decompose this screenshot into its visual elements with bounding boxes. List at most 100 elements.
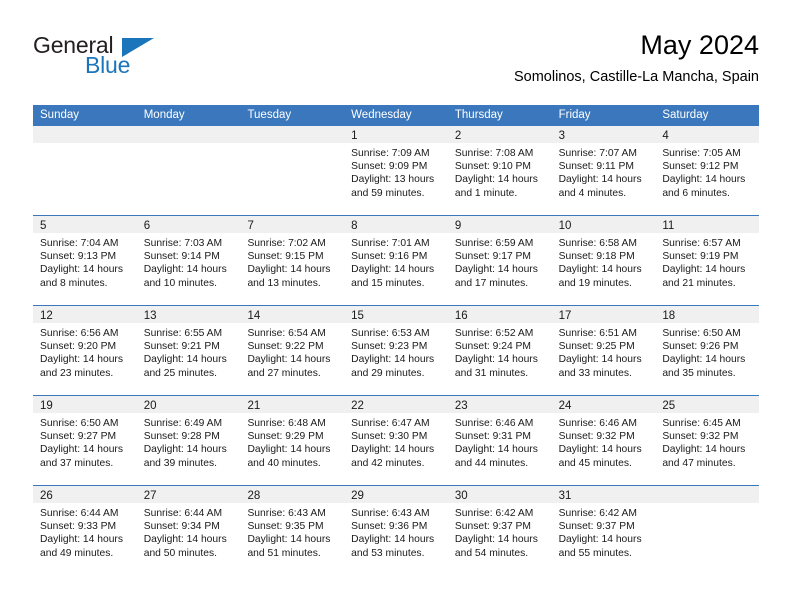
calendar-day-cell[interactable]: 1 Sunrise: 7:09 AM Sunset: 9:09 PM Daylight… [344, 126, 448, 215]
day-daylight-line1-text: Daylight: 14 hours [454, 444, 538, 456]
day-number: 5 [40, 220, 47, 232]
day-sunset-text: Sunset: 9:36 PM [351, 521, 428, 533]
calendar-day-cell[interactable]: 16 Sunrise: 6:52 AM Sunset: 9:24 PM Dayligh… [447, 306, 552, 395]
calendar-day-cell[interactable]: 8 Sunrise: 7:01 AM Sunset: 9:16 PM Daylight… [344, 216, 448, 305]
day-daylight-line2-text: and 42 minutes. [351, 457, 425, 469]
day-sunset-text: Sunset: 9:20 PM [40, 341, 117, 353]
day-daylight-line1-text: Daylight: 14 hours [454, 534, 538, 546]
calendar-day-cell[interactable]: 22 Sunrise: 6:47 AM Sunset: 9:30 PM Dayligh… [344, 396, 448, 485]
day-daylight-line2-text: and 59 minutes. [351, 187, 425, 199]
day-sunrise-text: Sunrise: 6:47 AM [351, 418, 430, 429]
day-sun-info: Sunrise: 6:51 AM Sunset: 9:25 PM Daylight:… [552, 323, 656, 380]
calendar-day-cell[interactable]: 26 Sunrise: 6:44 AM Sunset: 9:33 PM Dayligh… [33, 486, 137, 575]
page-subtitle: Somolinos, Castille-La Mancha, Spain [513, 69, 759, 85]
day-number: 21 [247, 400, 261, 412]
weekday-header-thursday: Thursday [454, 109, 503, 121]
day-sunset-text: Sunset: 9:32 PM [558, 431, 635, 443]
calendar-day-cell[interactable]: 27 Sunrise: 6:44 AM Sunset: 9:34 PM Dayligh… [136, 486, 241, 575]
day-daylight-line1-text: Daylight: 14 hours [40, 534, 123, 546]
calendar-day-cell[interactable]: 24 Sunrise: 6:46 AM Sunset: 9:32 PM Dayligh… [551, 396, 656, 485]
logo-text-blue: Blue [85, 52, 131, 78]
day-sunset-text: Sunset: 9:29 PM [247, 431, 324, 443]
calendar-day-cell[interactable]: 5 Sunrise: 7:04 AM Sunset: 9:13 PM Daylight… [33, 216, 137, 305]
calendar-day-cell[interactable]: 21 Sunrise: 6:48 AM Sunset: 9:29 PM Dayligh… [240, 396, 345, 485]
calendar-day-cell[interactable]: 11 Sunrise: 6:57 AM Sunset: 9:19 PM Dayligh… [655, 216, 760, 305]
day-sunset-text: Sunset: 9:23 PM [351, 341, 428, 353]
day-daylight-line2-text: and 10 minutes. [143, 277, 217, 289]
calendar-day-cell[interactable]: 7 Sunrise: 7:02 AM Sunset: 9:15 PM Daylight… [240, 216, 345, 305]
day-number: 26 [40, 490, 53, 502]
calendar-day-cell[interactable]: 13 Sunrise: 6:55 AM Sunset: 9:21 PM Dayligh… [136, 306, 241, 395]
day-sunrise-text: Sunrise: 7:01 AM [351, 238, 430, 249]
day-sun-info: Sunrise: 6:55 AM Sunset: 9:21 PM Daylight:… [137, 323, 241, 380]
calendar-day-cell[interactable]: 2 Sunrise: 7:08 AM Sunset: 9:10 PM Daylight… [447, 126, 552, 215]
calendar-day-cell[interactable]: 6 Sunrise: 7:03 AM Sunset: 9:14 PM Daylight… [136, 216, 241, 305]
day-daylight-line1-text: Daylight: 14 hours [351, 354, 435, 366]
day-number-band: 26 [33, 486, 137, 503]
day-daylight-line1-text: Daylight: 14 hours [351, 264, 435, 276]
day-sunrise-text: Sunrise: 7:04 AM [40, 238, 119, 249]
day-number-band: 30 [447, 486, 552, 503]
calendar-week-row: 12 Sunrise: 6:56 AM Sunset: 9:20 PM Dayligh… [33, 305, 760, 395]
day-sunrise-text: Sunrise: 6:57 AM [662, 238, 741, 249]
day-sunset-text: Sunset: 9:37 PM [558, 521, 635, 533]
day-sunset-text: Sunset: 9:24 PM [454, 341, 532, 353]
day-number-band: 13 [136, 306, 241, 323]
day-number-band: 17 [551, 306, 656, 323]
calendar-day-cell[interactable]: 20 Sunrise: 6:49 AM Sunset: 9:28 PM Dayligh… [136, 396, 241, 485]
day-sunset-text: Sunset: 9:31 PM [454, 431, 532, 443]
calendar-day-cell[interactable]: 14 Sunrise: 6:54 AM Sunset: 9:22 PM Dayligh… [240, 306, 345, 395]
day-number-band: 28 [240, 486, 345, 503]
weekday-header-wednesday: Wednesday [351, 109, 412, 121]
calendar-day-cell[interactable]: 28 Sunrise: 6:43 AM Sunset: 9:35 PM Dayligh… [240, 486, 345, 575]
calendar-day-cell[interactable]: 23 Sunrise: 6:46 AM Sunset: 9:31 PM Dayligh… [447, 396, 552, 485]
day-daylight-line1-text: Daylight: 14 hours [40, 354, 123, 366]
day-sunset-text: Sunset: 9:22 PM [247, 341, 324, 353]
day-number: 22 [351, 400, 364, 412]
day-sunset-text: Sunset: 9:25 PM [558, 341, 635, 353]
calendar-day-cell[interactable]: 19 Sunrise: 6:50 AM Sunset: 9:27 PM Dayligh… [33, 396, 137, 485]
day-daylight-line1-text: Daylight: 14 hours [454, 354, 538, 366]
day-sunrise-text: Sunrise: 6:48 AM [247, 418, 326, 429]
day-sun-info: Sunrise: 6:58 AM Sunset: 9:18 PM Daylight:… [552, 233, 656, 290]
general-blue-logo[interactable]: General Blue [33, 32, 233, 88]
day-sun-info: Sunrise: 6:48 AM Sunset: 9:29 PM Daylight:… [240, 413, 344, 470]
calendar-day-cell[interactable]: 15 Sunrise: 6:53 AM Sunset: 9:23 PM Dayligh… [344, 306, 448, 395]
calendar-day-cell[interactable]: 30 Sunrise: 6:42 AM Sunset: 9:37 PM Dayligh… [447, 486, 552, 575]
day-daylight-line1-text: Daylight: 14 hours [454, 264, 538, 276]
day-sunrise-text: Sunrise: 6:51 AM [558, 328, 638, 339]
day-daylight-line2-text: and 13 minutes. [247, 277, 321, 289]
day-number-band [655, 486, 760, 503]
calendar-day-cell[interactable]: 18 Sunrise: 6:50 AM Sunset: 9:26 PM Dayligh… [655, 306, 760, 395]
calendar-day-cell[interactable]: 29 Sunrise: 6:43 AM Sunset: 9:36 PM Dayligh… [344, 486, 448, 575]
day-sun-info: Sunrise: 6:43 AM Sunset: 9:36 PM Daylight:… [344, 503, 448, 560]
calendar-week-row: 26 Sunrise: 6:44 AM Sunset: 9:33 PM Dayligh… [33, 485, 760, 575]
day-sun-info: Sunrise: 7:02 AM Sunset: 9:15 PM Daylight:… [240, 233, 344, 290]
day-number: 16 [454, 310, 468, 322]
day-sun-info: Sunrise: 6:49 AM Sunset: 9:28 PM Daylight:… [137, 413, 241, 470]
day-number: 17 [558, 310, 572, 322]
day-sunset-text: Sunset: 9:27 PM [40, 431, 117, 443]
day-daylight-line2-text: and 4 minutes. [558, 187, 627, 199]
calendar-day-cell[interactable]: 10 Sunrise: 6:58 AM Sunset: 9:18 PM Dayligh… [551, 216, 656, 305]
day-sunrise-text: Sunrise: 7:02 AM [247, 238, 326, 249]
calendar-day-cell[interactable]: 31 Sunrise: 6:42 AM Sunset: 9:37 PM Dayligh… [551, 486, 656, 575]
day-sun-info: Sunrise: 6:52 AM Sunset: 9:24 PM Daylight:… [448, 323, 552, 380]
day-daylight-line2-text: and 21 minutes. [662, 277, 736, 289]
day-daylight-line1-text: Daylight: 14 hours [143, 444, 227, 456]
calendar-day-cell[interactable]: 25 Sunrise: 6:45 AM Sunset: 9:32 PM Dayligh… [655, 396, 760, 485]
calendar-day-cell[interactable]: 4 Sunrise: 7:05 AM Sunset: 9:12 PM Daylight… [655, 126, 760, 215]
day-number-band: 4 [655, 126, 760, 143]
calendar-day-cell[interactable]: 17 Sunrise: 6:51 AM Sunset: 9:25 PM Dayligh… [551, 306, 656, 395]
calendar-day-cell[interactable]: 12 Sunrise: 6:56 AM Sunset: 9:20 PM Dayligh… [33, 306, 137, 395]
day-number-band: 2 [447, 126, 552, 143]
day-sun-info: Sunrise: 6:42 AM Sunset: 9:37 PM Daylight:… [448, 503, 552, 560]
day-sun-info: Sunrise: 6:54 AM Sunset: 9:22 PM Daylight:… [240, 323, 344, 380]
day-number-band: 3 [551, 126, 656, 143]
day-daylight-line1-text: Daylight: 13 hours [351, 174, 435, 186]
calendar-day-cell[interactable]: 3 Sunrise: 7:07 AM Sunset: 9:11 PM Daylight… [551, 126, 656, 215]
day-number: 7 [247, 220, 254, 232]
calendar-day-cell[interactable]: 9 Sunrise: 6:59 AM Sunset: 9:17 PM Daylight… [447, 216, 552, 305]
day-daylight-line2-text: and 44 minutes. [454, 457, 529, 469]
day-number: 9 [454, 220, 462, 232]
